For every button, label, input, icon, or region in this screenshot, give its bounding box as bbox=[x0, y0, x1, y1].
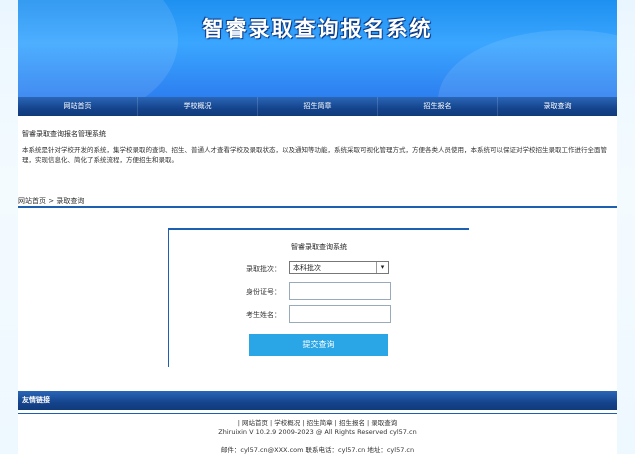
nav-item-query[interactable]: 录取查询 bbox=[498, 97, 617, 116]
nav-item-brochure[interactable]: 招生简章 bbox=[258, 97, 378, 116]
name-label: 考生姓名： bbox=[246, 311, 281, 319]
footer-divider bbox=[18, 413, 617, 414]
site-title: 智睿录取查询报名系统 bbox=[202, 17, 433, 41]
form-title: 智睿录取查询系统 bbox=[291, 243, 347, 251]
id-label: 身份证号： bbox=[246, 288, 281, 296]
intro-text: 本系统是针对学校开发的系统，集学校录取的查询、招生、普通人才查看学校及录取状态，… bbox=[22, 146, 607, 164]
nav-item-about[interactable]: 学校概况 bbox=[138, 97, 258, 116]
batch-select[interactable]: 本科批次 ▾ bbox=[289, 261, 389, 274]
page-container: 智睿录取查询报名系统 网站首页 学校概况 招生简章 招生报名 录取查询 智睿录取… bbox=[18, 0, 617, 454]
batch-label: 录取批次： bbox=[246, 265, 281, 273]
friend-links-bar: 友情链接 bbox=[18, 391, 617, 410]
nav-item-enroll[interactable]: 招生报名 bbox=[378, 97, 498, 116]
submit-button[interactable]: 提交查询 bbox=[249, 334, 388, 356]
footer-contact: 邮件：cyl57.cn@XXX.com 联系电话：cyl57.cn 地址：cyl… bbox=[220, 446, 415, 454]
id-number-input[interactable] bbox=[289, 282, 391, 300]
friend-links-label: 友情链接 bbox=[22, 396, 50, 404]
intro-title: 智睿录取查询报名管理系统 bbox=[22, 130, 106, 138]
batch-select-value: 本科批次 bbox=[293, 264, 321, 272]
main-nav: 网站首页 学校概况 招生简章 招生报名 录取查询 bbox=[18, 97, 617, 116]
breadcrumb: 网站首页 > 录取查询 bbox=[18, 197, 85, 205]
query-form: 智睿录取查询系统 录取批次： 本科批次 ▾ 身份证号： 考生姓名： 提交查询 bbox=[168, 228, 469, 367]
footer-copyright: Zhiruixin V 10.2.9 2009-2023 @ All Right… bbox=[218, 428, 417, 436]
header-banner: 智睿录取查询报名系统 bbox=[18, 0, 617, 97]
student-name-input[interactable] bbox=[289, 305, 391, 323]
footer-links[interactable]: | 网站首页 | 学校概况 | 招生简章 | 招生报名 | 录取查询 bbox=[18, 417, 617, 427]
chevron-down-icon: ▾ bbox=[376, 262, 388, 273]
nav-item-home[interactable]: 网站首页 bbox=[18, 97, 138, 116]
breadcrumb-divider bbox=[18, 206, 617, 208]
